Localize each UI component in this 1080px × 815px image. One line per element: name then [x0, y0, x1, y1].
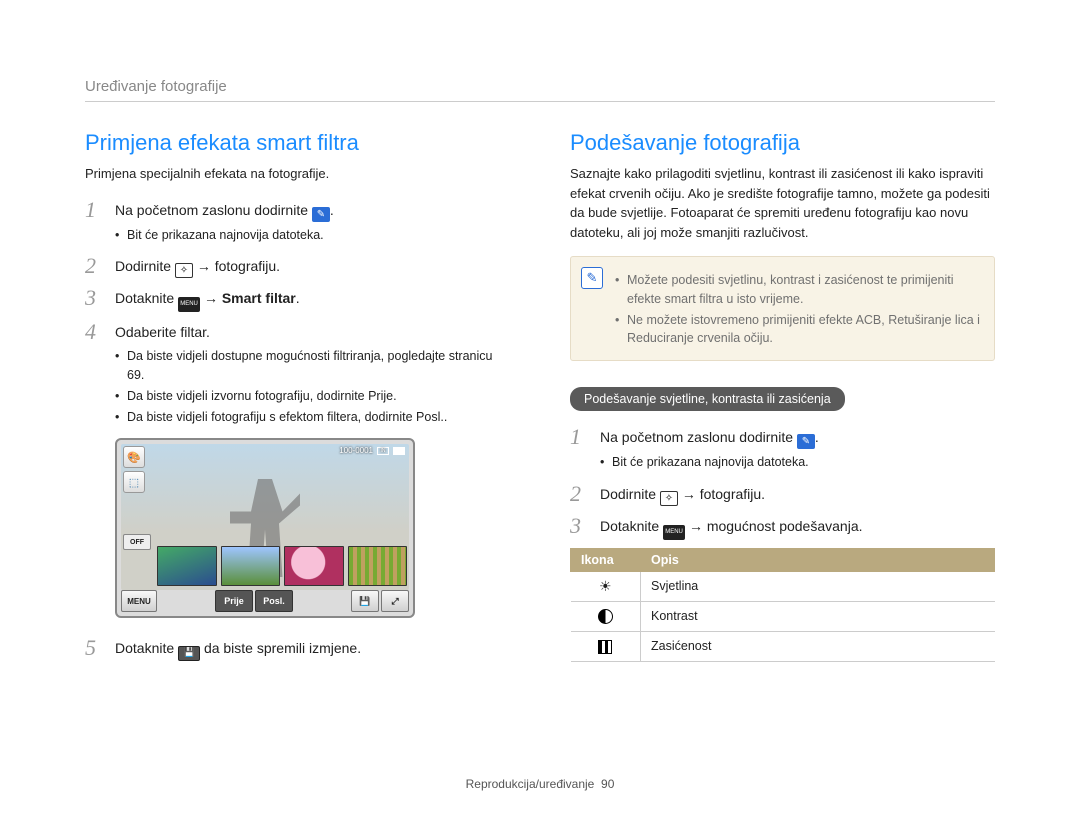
step-number: 1 [85, 198, 103, 222]
footer-page: 90 [601, 777, 614, 791]
step-number: 3 [570, 514, 588, 538]
step-number: 2 [570, 482, 588, 506]
brightness-icon [597, 578, 613, 594]
right-step-2: 2 Dodirnite ✧ → fotografiju. [570, 482, 995, 506]
step-text: → [204, 290, 222, 306]
info-bullet: Ne možete istovremeno primijeniti efekte… [615, 311, 982, 349]
step-bullet: Da biste vidjeli izvornu fotografiju, do… [115, 387, 510, 406]
row-label: Zasićenost [641, 631, 995, 661]
photo-edit-icon: ✧ [175, 263, 193, 278]
step-text: → fotografiju. [197, 258, 280, 274]
right-intro: Saznajte kako prilagoditi svjetlinu, kon… [570, 164, 995, 242]
menu-icon: MENU [178, 297, 200, 312]
footer-text: Reprodukcija/uređivanje [466, 777, 595, 791]
step-text: Na početnom zaslonu dodirnite [115, 202, 312, 218]
left-column: Primjena efekata smart filtra Primjena s… [85, 130, 510, 669]
expand-icon-button[interactable]: ⤢ [381, 590, 409, 612]
saturation-icon [598, 640, 612, 654]
screen-status: 100-0001 IN [339, 446, 405, 455]
step-number: 4 [85, 320, 103, 344]
image-counter: 100-0001 [339, 446, 373, 455]
subsection-pill: Podešavanje svjetline, kontrasta ili zas… [570, 387, 845, 411]
step-number: 3 [85, 286, 103, 310]
table-row: Svjetlina [571, 571, 995, 601]
row-label: Svjetlina [641, 571, 995, 601]
page-footer: Reprodukcija/uređivanje 90 [0, 777, 1080, 791]
right-column: Podešavanje fotografija Saznajte kako pr… [570, 130, 995, 669]
step-number: 2 [85, 254, 103, 278]
tool-crop-icon[interactable]: ⬚ [123, 471, 145, 493]
left-step-1: 1 Na početnom zaslonu dodirnite ✎. Bit ć… [85, 198, 510, 247]
step-bullet: Bit će prikazana najnovija datoteka. [115, 226, 510, 245]
thumb-2[interactable] [221, 546, 281, 586]
right-step-1: 1 Na početnom zaslonu dodirnite ✎. Bit ć… [570, 425, 995, 474]
step-text: Dodirnite [115, 258, 175, 274]
thumb-4[interactable] [348, 546, 408, 586]
left-heading: Primjena efekata smart filtra [85, 130, 510, 156]
info-bullet: Možete podesiti svjetlinu, kontrast i za… [615, 271, 982, 309]
before-button[interactable]: Prije [215, 590, 253, 612]
tool-palette-icon[interactable]: 🎨 [123, 446, 145, 468]
step-text: Na početnom zaslonu dodirnite [600, 429, 797, 445]
step-bullet: Da biste vidjeli dostupne mogućnosti fil… [115, 347, 510, 385]
storage-icon: IN [377, 447, 389, 455]
table-row: Zasićenost [571, 631, 995, 661]
info-box: ✎ Možete podesiti svjetlinu, kontrast i … [570, 256, 995, 361]
info-icon: ✎ [581, 267, 603, 289]
palette-icon: ✎ [797, 434, 815, 449]
right-step-3: 3 Dotaknite MENU → mogućnost podešavanja… [570, 514, 995, 540]
step-text: → fotografiju. [682, 486, 765, 502]
th-icon: Ikona [571, 548, 641, 571]
left-step-4: 4 Odaberite filtar. Da biste vidjeli dos… [85, 320, 510, 428]
screen-bottom-bar: MENU Prije Posl. 💾 ⤢ [121, 590, 409, 612]
left-step-5: 5 Dotaknite 💾 da biste spremili izmjene. [85, 636, 510, 660]
step-text: da biste spremili izmjene. [204, 640, 361, 656]
step-text: Dotaknite [115, 290, 178, 306]
left-intro: Primjena specijalnih efekata na fotograf… [85, 164, 510, 184]
screen-left-icons: 🎨 ⬚ [123, 446, 145, 493]
step-number: 5 [85, 636, 103, 660]
step-number: 1 [570, 425, 588, 449]
step-bold: Smart filtar [222, 290, 296, 306]
left-step-2: 2 Dodirnite ✧ → fotografiju. [85, 254, 510, 278]
step-text: Odaberite filtar. [115, 324, 210, 340]
camera-screenshot: 100-0001 IN 🎨 ⬚ OFF MENU Prije Posl. [115, 438, 415, 618]
page-header: Uređivanje fotografije [85, 78, 995, 102]
step-text: → mogućnost podešavanja. [689, 518, 863, 534]
photo-edit-icon: ✧ [660, 491, 678, 506]
step-bullet: Da biste vidjeli fotografiju s efektom f… [115, 408, 510, 427]
th-desc: Opis [641, 548, 995, 571]
off-button[interactable]: OFF [123, 534, 151, 550]
filter-thumbnails[interactable] [157, 546, 407, 586]
after-button[interactable]: Posl. [255, 590, 293, 612]
contrast-icon [598, 609, 613, 624]
step-text: Dotaknite [600, 518, 663, 534]
screen-menu-button[interactable]: MENU [121, 590, 157, 612]
options-table: Ikona Opis Svjetlina Kontrast Zasićenost [570, 548, 995, 662]
table-row: Kontrast [571, 601, 995, 631]
menu-icon: MENU [663, 525, 685, 540]
right-heading: Podešavanje fotografija [570, 130, 995, 156]
battery-icon [393, 447, 405, 455]
step-text: Dotaknite [115, 640, 178, 656]
save-icon: 💾 [178, 646, 200, 661]
palette-icon: ✎ [312, 207, 330, 222]
left-step-3: 3 Dotaknite MENU → Smart filtar. [85, 286, 510, 312]
thumb-3[interactable] [284, 546, 344, 586]
step-text: Dodirnite [600, 486, 660, 502]
step-bullet: Bit će prikazana najnovija datoteka. [600, 453, 995, 472]
thumb-1[interactable] [157, 546, 217, 586]
row-label: Kontrast [641, 601, 995, 631]
content-columns: Primjena efekata smart filtra Primjena s… [85, 130, 995, 669]
save-icon-button[interactable]: 💾 [351, 590, 379, 612]
